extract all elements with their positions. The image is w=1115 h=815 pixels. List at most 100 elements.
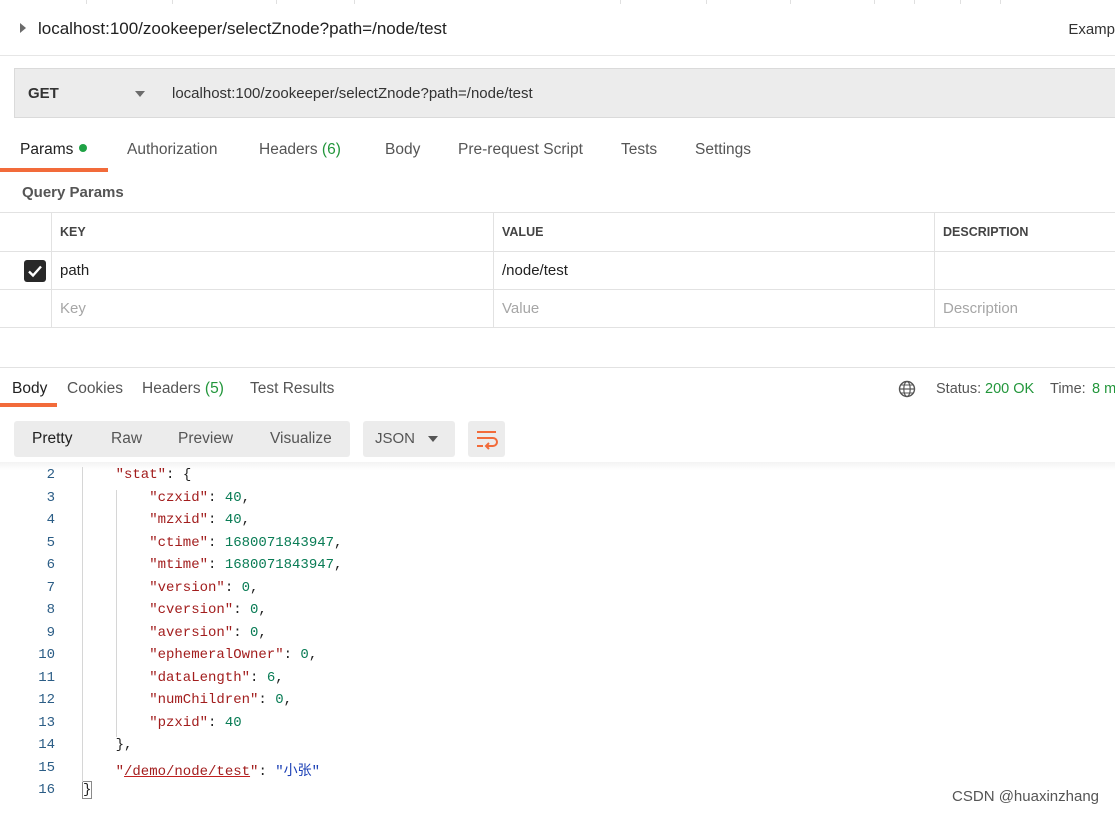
request-title[interactable]: localhost:100/zookeeper/selectZnode?path… [38, 19, 447, 39]
line-number: 14 [38, 737, 55, 753]
code-token: , [241, 489, 251, 506]
code-token: , [258, 602, 267, 618]
tab-pre-request-script[interactable]: Pre-request Script [458, 141, 583, 159]
raw-button[interactable]: Raw [111, 430, 142, 448]
tab-params[interactable]: Params [20, 141, 88, 159]
code-token: : [233, 624, 251, 641]
tab-params-label: Params [20, 141, 74, 158]
response-tab-headers[interactable]: Headers (5) [142, 380, 224, 398]
status-label: Status: [936, 381, 982, 397]
line-number: 8 [46, 602, 55, 618]
line-number: 2 [46, 467, 55, 483]
code-token: : [208, 714, 225, 731]
expand-caret-icon[interactable] [20, 23, 26, 33]
line-number: 4 [46, 512, 55, 528]
code-text: "ctime": 1680071843947, [149, 535, 342, 551]
visualize-button[interactable]: Visualize [270, 430, 332, 448]
line-number: 15 [38, 759, 55, 776]
tab-tests[interactable]: Tests [621, 141, 657, 159]
code-text: "mtime": 1680071843947, [149, 557, 342, 573]
code-token: "ephemeralOwner" [149, 647, 284, 663]
code-token: 1680071843947 [224, 557, 335, 573]
time-label: Time: [1050, 381, 1086, 397]
code-token: "aversion" [149, 624, 234, 641]
url-input[interactable] [159, 69, 1115, 117]
column-header-key: KEY [51, 213, 493, 251]
status-value[interactable]: 200 OK [985, 381, 1034, 397]
code-token: 0 [241, 579, 251, 596]
time-value[interactable]: 8 m [1092, 381, 1115, 397]
code-token: : [208, 489, 225, 506]
code-token: : [224, 579, 242, 596]
code-token: 40 [224, 512, 242, 528]
code-token: 0 [300, 647, 309, 663]
code-token: 40 [224, 714, 242, 731]
line-number: 13 [38, 714, 55, 731]
request-tabs: Params Authorization Headers (6) Body Pr… [0, 130, 1115, 174]
code-token: "dataLength" [149, 669, 251, 686]
indent-guide [115, 489, 117, 737]
tab-body[interactable]: Body [385, 141, 420, 159]
response-tab-headers-label: Headers [142, 380, 201, 397]
code-text: "pzxid": 40 [149, 715, 241, 731]
line-number: 5 [46, 534, 55, 551]
code-text: "aversion": 0, [149, 625, 267, 641]
view-mode-group: Pretty Raw Preview Visualize [14, 421, 350, 457]
query-params-title: Query Params [22, 184, 124, 201]
new-key-input[interactable]: Key [51, 290, 493, 327]
param-value-cell[interactable]: /node/test [493, 251, 934, 289]
pane-divider[interactable] [0, 367, 1115, 368]
code-token: }, [115, 737, 133, 753]
table-header-row: KEY VALUE DESCRIPTION [0, 212, 1115, 252]
globe-icon[interactable] [898, 380, 916, 403]
code-token: : [283, 647, 301, 663]
response-tab-body[interactable]: Body [12, 380, 47, 398]
request-title-row: localhost:100/zookeeper/selectZnode?path… [0, 5, 1115, 56]
param-key-cell[interactable]: path [51, 251, 493, 289]
code-token: : { [166, 467, 192, 483]
code-token: "pzxid" [149, 714, 208, 731]
code-token: : [233, 602, 251, 618]
examples-button[interactable]: Examp [1068, 21, 1115, 38]
tab-settings[interactable]: Settings [695, 141, 751, 159]
tab-authorization[interactable]: Authorization [127, 141, 217, 159]
line-number: 11 [38, 669, 55, 686]
param-description-cell[interactable] [934, 251, 1115, 289]
code-token: 0 [275, 692, 284, 708]
table-row-new: Key Value Description [0, 290, 1115, 328]
code-token: 40 [224, 489, 242, 506]
code-text: "cversion": 0, [149, 602, 267, 618]
code-text: "stat": { [116, 467, 192, 483]
response-tab-cookies[interactable]: Cookies [67, 380, 123, 398]
new-description-input[interactable]: Description [934, 290, 1115, 327]
format-select[interactable]: JSON [363, 421, 455, 457]
code-token: : [250, 669, 267, 686]
tab-headers-label: Headers [259, 141, 318, 158]
pretty-button[interactable]: Pretty [32, 430, 72, 448]
code-token: "ctime" [149, 534, 208, 551]
response-tab-test-results[interactable]: Test Results [250, 380, 334, 398]
code-text: "czxid": 40, [149, 490, 250, 506]
preview-button[interactable]: Preview [178, 430, 233, 448]
code-token: : [258, 692, 276, 708]
line-number: 16 [38, 782, 55, 798]
code-token: "numChildren" [149, 692, 259, 708]
line-number: 9 [46, 624, 55, 641]
code-token: 6 [266, 669, 276, 686]
line-number: 7 [46, 579, 55, 596]
param-enabled-checkbox[interactable] [24, 260, 46, 282]
code-text: }, [116, 737, 133, 753]
code-text: } [82, 781, 93, 799]
new-value-input[interactable]: Value [493, 290, 934, 327]
code-text: "version": 0, [149, 580, 258, 596]
indent-guide [82, 467, 83, 782]
line-number: 12 [38, 692, 55, 708]
method-label: GET [28, 85, 59, 102]
watermark: CSDN @huaxinzhang [952, 788, 1099, 805]
tab-headers[interactable]: Headers (6) [259, 141, 341, 159]
code-token: , [308, 647, 318, 663]
method-select[interactable]: GET [15, 69, 160, 117]
active-tab-indicator [0, 168, 108, 172]
wrap-lines-button[interactable] [468, 421, 505, 457]
wrap-lines-icon [477, 431, 498, 450]
